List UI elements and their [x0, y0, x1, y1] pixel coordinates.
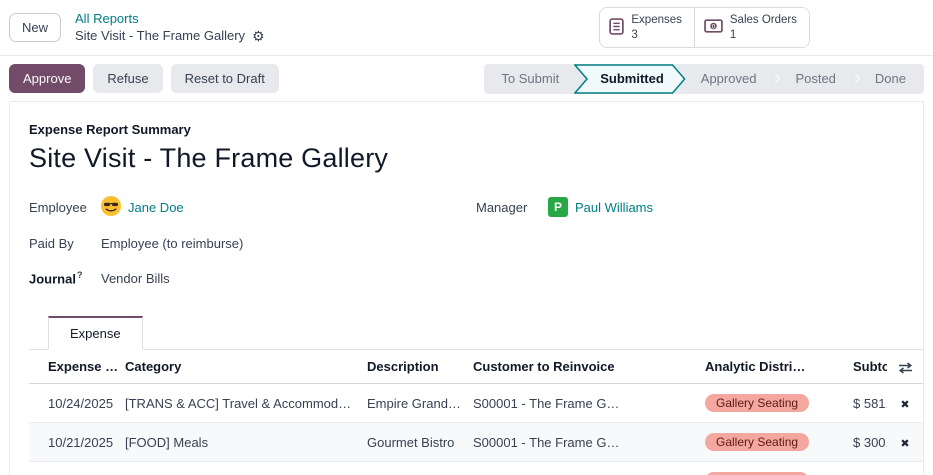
svg-text:0: 0 — [712, 23, 716, 30]
cell-customer[interactable]: S00001 - The Frame G… — [467, 462, 699, 475]
cell-date[interactable]: 10/14/2025 — [29, 462, 119, 475]
paid-by-label: Paid By — [29, 236, 101, 251]
reset-to-draft-button[interactable]: Reset to Draft — [171, 64, 279, 93]
approve-button[interactable]: Approve — [9, 64, 85, 93]
new-button[interactable]: New — [9, 13, 61, 42]
status-done[interactable]: Done — [860, 64, 924, 94]
adjust-columns-icon — [898, 362, 913, 374]
paid-by-field: Paid By Employee (to reimburse) — [29, 232, 476, 254]
col-customer[interactable]: Customer to Reinvoice — [467, 350, 699, 384]
cell-customer[interactable]: S00001 - The Frame G… — [467, 423, 699, 462]
page-title[interactable]: Site Visit - The Frame Gallery — [29, 143, 923, 174]
manager-label: Manager — [476, 200, 548, 215]
chevron-right-icon — [771, 74, 781, 84]
expenses-count: 3 — [631, 28, 682, 43]
expense-lines-table: Expense … Category Description Customer … — [29, 350, 923, 475]
tab-expense[interactable]: Expense — [48, 316, 143, 350]
statusbar: To Submit Submitted Approved Posted Done — [484, 64, 924, 94]
employee-field: Employee Jane Doe — [29, 196, 476, 219]
employee-avatar — [101, 196, 121, 219]
table-row[interactable]: 10/21/2025 [FOOD] Meals Gourmet Bistro S… — [29, 423, 923, 462]
sales-orders-smart-button[interactable]: 0 Sales Orders 1 — [694, 8, 809, 48]
refuse-button[interactable]: Refuse — [93, 64, 162, 93]
sales-orders-label: Sales Orders — [730, 13, 797, 28]
summary-label: Expense Report Summary — [29, 122, 923, 137]
col-expense-date[interactable]: Expense … — [29, 350, 119, 384]
money-bill-icon: 0 — [704, 19, 723, 36]
cell-description[interactable]: Gourmet Bistro — [361, 423, 467, 462]
col-description[interactable]: Description — [361, 350, 467, 384]
cell-category[interactable]: [FOOD] Meals — [119, 423, 361, 462]
expenses-label: Expenses — [631, 13, 682, 28]
table-row[interactable]: 10/24/2025 [TRANS & ACC] Travel & Accomm… — [29, 384, 923, 423]
paid-by-value[interactable]: Employee (to reimburse) — [101, 236, 243, 251]
cell-customer[interactable]: S00001 - The Frame G… — [467, 384, 699, 423]
manager-link[interactable]: Paul Williams — [575, 200, 653, 215]
cell-subtotal[interactable]: $ 581.26 — [847, 384, 887, 423]
expenses-smart-button[interactable]: Expenses 3 — [600, 8, 694, 48]
col-analytic[interactable]: Analytic Distri… — [699, 350, 847, 384]
cell-date[interactable]: 10/24/2025 — [29, 384, 119, 423]
notebook-tabs: Expense — [29, 316, 923, 350]
manager-field: Manager P Paul Williams — [476, 196, 923, 218]
status-to-submit[interactable]: To Submit — [484, 64, 574, 94]
breadcrumb-current: Site Visit - The Frame Gallery — [75, 28, 245, 44]
cell-analytic[interactable]: Gallery Seating — [699, 384, 847, 423]
employee-link[interactable]: Jane Doe — [128, 200, 184, 215]
expense-document-icon — [609, 18, 624, 38]
delete-row-icon[interactable]: ✖ — [900, 438, 909, 450]
cell-analytic[interactable]: Gallery Seating — [699, 462, 847, 475]
breadcrumb-all-reports[interactable]: All Reports — [75, 11, 265, 27]
delete-row-icon[interactable]: ✖ — [900, 399, 909, 411]
field-group: Employee Jane Doe Paid By Employee (to r… — [29, 196, 923, 302]
smart-buttons: Expenses 3 0 Sales Orders 1 — [599, 7, 810, 49]
col-category[interactable]: Category — [119, 350, 361, 384]
journal-field: Journal? Vendor Bills — [29, 267, 476, 289]
analytic-tag[interactable]: Gallery Seating — [705, 394, 809, 412]
status-submitted-label: Submitted — [600, 71, 664, 86]
journal-value[interactable]: Vendor Bills — [101, 271, 170, 286]
employee-label: Employee — [29, 200, 101, 215]
analytic-tag[interactable]: Gallery Seating — [705, 433, 809, 451]
cell-description[interactable]: City Deli & Café — [361, 462, 467, 475]
status-approved[interactable]: Approved — [686, 64, 772, 94]
col-subtotal[interactable]: Subtotal — [847, 350, 887, 384]
action-bar: Approve Refuse Reset to Draft To Submit … — [0, 55, 933, 101]
sales-orders-count: 1 — [730, 28, 797, 43]
manager-avatar: P — [548, 197, 568, 217]
cell-category[interactable]: [TRANS & ACC] Travel & Accommod… — [119, 384, 361, 423]
cell-description[interactable]: Empire Grand… — [361, 384, 467, 423]
breadcrumb: All Reports Site Visit - The Frame Galle… — [75, 11, 265, 44]
cell-subtotal[interactable]: $ 18.00 — [847, 462, 887, 475]
status-posted[interactable]: Posted — [780, 64, 850, 94]
status-submitted-active[interactable]: Submitted — [574, 64, 686, 94]
cell-category[interactable]: [FOOD] Meals — [119, 462, 361, 475]
chevron-right-icon — [850, 74, 860, 84]
help-icon[interactable]: ? — [77, 270, 83, 280]
cell-date[interactable]: 10/21/2025 — [29, 423, 119, 462]
control-panel: New All Reports Site Visit - The Frame G… — [0, 0, 933, 55]
cell-subtotal[interactable]: $ 300.91 — [847, 423, 887, 462]
gear-icon[interactable]: ⚙ — [252, 29, 265, 43]
cell-analytic[interactable]: Gallery Seating — [699, 423, 847, 462]
form-sheet: Expense Report Summary Site Visit - The … — [9, 101, 924, 475]
table-row[interactable]: 10/14/2025 [FOOD] Meals City Deli & Café… — [29, 462, 923, 475]
journal-label-text: Journal — [29, 271, 76, 286]
journal-label: Journal? — [29, 270, 101, 286]
table-header-row: Expense … Category Description Customer … — [29, 350, 923, 384]
optional-columns-button[interactable] — [887, 350, 923, 384]
